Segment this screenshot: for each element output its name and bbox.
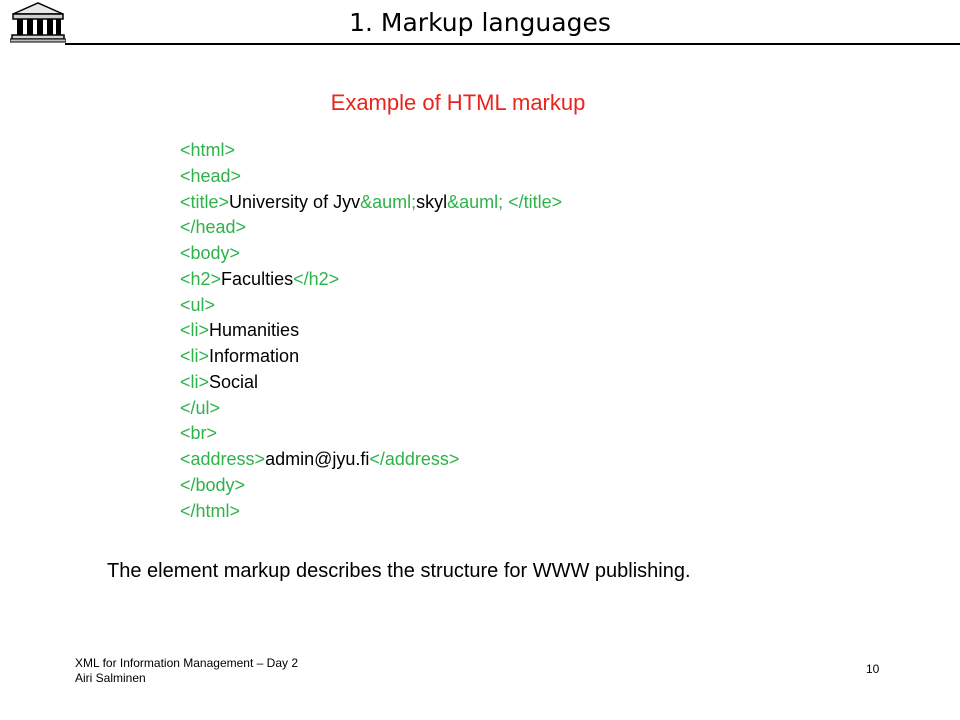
footer-info: XML for Information Management – Day 2 A… [75,656,298,686]
code-line: <h2>Faculties</h2> [180,267,562,293]
markup-tag: &auml; [360,191,417,212]
markup-tag: <head> [180,165,242,186]
code-line: <li>Humanities [180,318,562,344]
markup-tag: </h2> [293,268,340,289]
markup-tag: </html> [180,500,241,521]
caption-text: The element markup describes the structu… [107,560,691,582]
markup-content: Social [209,371,259,392]
code-line: </body> [180,473,562,499]
markup-tag: </body> [180,474,246,495]
code-line: </ul> [180,396,562,422]
markup-tag: &auml; [447,191,504,212]
markup-content: admin@jyu.fi [265,449,370,469]
markup-tag: </title> [508,191,563,212]
markup-tag: <ul> [180,294,216,315]
markup-tag: <br> [180,423,218,444]
markup-content: skyl [416,191,448,212]
markup-tag: </head> [180,217,247,238]
code-line: </html> [180,499,562,525]
markup-tag: <h2> [180,268,222,289]
code-line: <li>Information [180,344,562,370]
markup-tag: <body> [180,243,241,263]
page-number: 10 [866,662,880,676]
markup-tag: <li> [180,371,210,392]
code-line: <ul> [180,293,562,319]
markup-tag: </ul> [180,397,221,418]
markup-tag: <address> [180,449,266,469]
code-line: <html> [180,138,562,164]
markup-tag: <title> [180,191,230,212]
code-line: <head> [180,164,562,190]
title-underline [65,43,960,45]
markup-content: Faculties [221,268,294,289]
markup-tag: </address> [369,449,460,469]
markup-tag: <html> [180,140,236,160]
footer-course: XML for Information Management – Day 2 [75,656,298,670]
code-line: <li>Social [180,370,562,396]
slide-title: 1. Markup languages [349,8,611,37]
code-line: </head> [180,215,562,241]
markup-content: Humanities [209,320,300,341]
example-heading: Example of HTML markup [330,90,586,115]
markup-tag: <li> [180,346,210,366]
footer-author: Airi Salminen [75,671,146,685]
code-line: <title>University of Jyv&auml;skyl&auml;… [180,190,562,216]
html-code-listing: <html> <head> <title>University of Jyv&aum… [180,138,562,524]
code-line: <body> [180,241,562,267]
markup-tag: <li> [180,320,210,341]
markup-content: University of Jyv [229,191,361,212]
code-line: <br> [180,421,562,447]
markup-content: Information [209,346,300,366]
code-line: <address>admin@jyu.fi</address> [180,447,562,473]
